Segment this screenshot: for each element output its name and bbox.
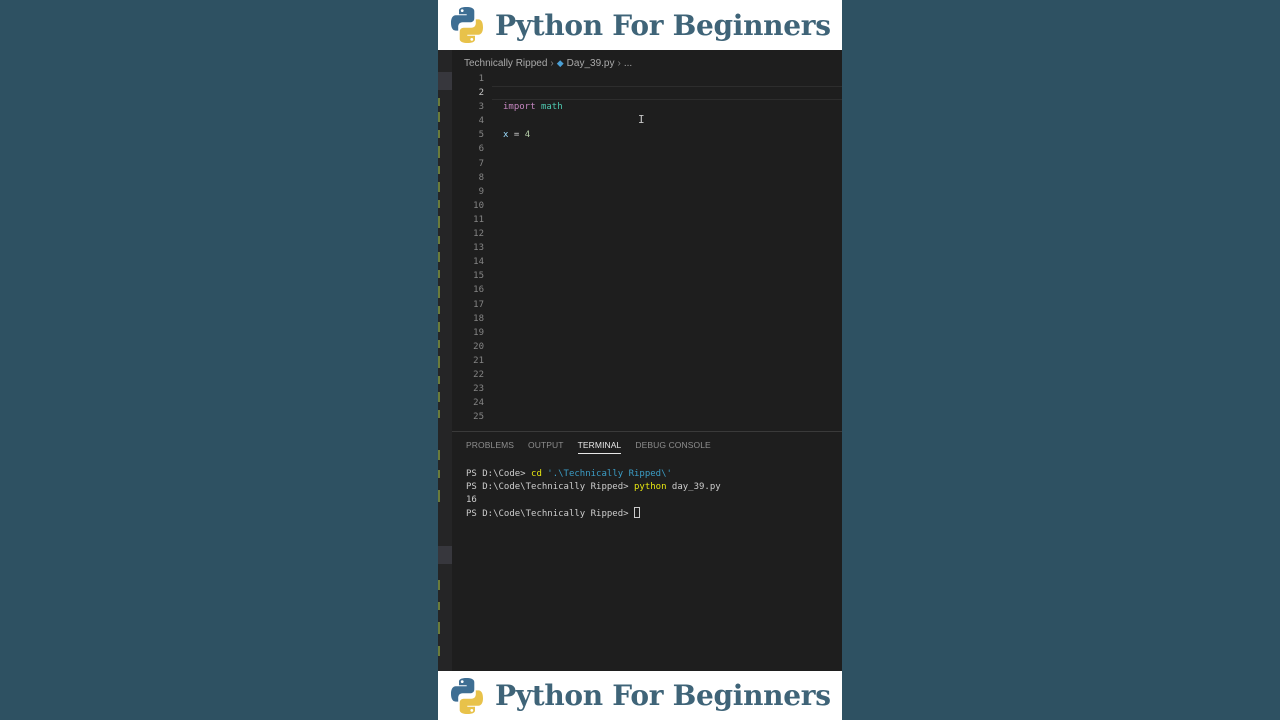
tab-terminal[interactable]: TERMINAL (577, 440, 622, 454)
line-number: 10 (473, 200, 484, 211)
line-numbers: 1 2 3 4 5 6 7 8 9 10 11 12 13 14 15 16 17 18 19 20 21 22 23 24 2… (452, 72, 484, 424)
code-editor[interactable]: Technically Ripped › ◆ Day_39.py ›... 123456… (452, 50, 842, 431)
terminal-argument: '.\Technically Ripped\' (541, 469, 672, 479)
terminal-prompt: PS D:\Code> (466, 469, 532, 479)
line-number: 7 (478, 158, 484, 169)
code-line-5: x = 4 (503, 128, 563, 142)
activity-gutter (438, 50, 452, 671)
breadcrumb-more[interactable]: ... (624, 58, 632, 69)
top-banner: Python For Beginners (438, 0, 842, 50)
line-number: 14 (473, 257, 484, 268)
code-line-3: import math (503, 100, 563, 114)
line-number: 16 (473, 285, 484, 296)
terminal-line-1: PS D:\Code> cd '.\Technically Ripped\' (466, 468, 721, 481)
line-number: 18 (473, 313, 484, 324)
assign-operator: = (508, 130, 525, 141)
bottom-panel: PROBLEMS OUTPUT TERMINAL DEBUG CONSOLE P… (452, 431, 842, 671)
keyword-import: import (503, 102, 536, 113)
line-number: 22 (473, 369, 484, 380)
bottom-banner: Python For Beginners (438, 671, 842, 720)
line-number: 20 (473, 341, 484, 352)
line-number: 11 (473, 214, 484, 225)
banner-title: Python For Beginners (495, 8, 831, 42)
terminal-output[interactable]: PS D:\Code> cd '.\Technically Ripped\' P… (466, 468, 721, 520)
line-number: 25 (473, 412, 484, 423)
breadcrumb-folder[interactable]: Technically Ripped (464, 58, 547, 69)
breadcrumb-file[interactable]: Day_39.py (567, 58, 615, 69)
terminal-line-3: 16 (466, 495, 477, 505)
banner-title: Python For Beginners (495, 679, 831, 712)
line-number: 15 (473, 271, 484, 282)
line-number: 1 (478, 74, 484, 84)
code-content[interactable]: import math x = 4 (503, 72, 563, 142)
line-number: 4 (478, 116, 484, 127)
tab-problems[interactable]: PROBLEMS (466, 440, 514, 454)
video-frame: Python For Beginners Technically Ripped … (438, 0, 842, 720)
chevron-right-icon: › (550, 58, 554, 69)
line-number: 13 (473, 243, 484, 254)
text-cursor-icon: I (638, 113, 645, 126)
line-number: 9 (478, 186, 484, 197)
tab-debug-console[interactable]: DEBUG CONSOLE (635, 440, 710, 454)
line-number: 17 (473, 299, 484, 310)
terminal-line-4: PS D:\Code\Technically Ripped> (466, 507, 721, 520)
chevron-right-icon: › (617, 58, 621, 69)
module-name: math (540, 102, 563, 113)
line-number: 5 (478, 130, 484, 141)
line-number: 23 (473, 384, 484, 395)
python-logo-icon (451, 677, 483, 714)
line-number: 3 (478, 102, 484, 113)
line-number: 19 (473, 327, 484, 338)
number-literal: 4 (524, 130, 531, 141)
terminal-cursor (633, 507, 640, 518)
breadcrumb: Technically Ripped › ◆ Day_39.py ›... (464, 58, 632, 69)
panel-tabs: PROBLEMS OUTPUT TERMINAL DEBUG CONSOLE (466, 440, 711, 454)
terminal-prompt: PS D:\Code\Technically Ripped> (466, 482, 634, 492)
terminal-command: cd (531, 469, 542, 479)
line-number: 6 (478, 144, 484, 155)
line-number: 24 (473, 398, 484, 409)
terminal-line-2: PS D:\Code\Technically Ripped> python da… (466, 481, 721, 494)
line-number: 21 (473, 355, 484, 366)
terminal-prompt: PS D:\Code\Technically Ripped> (466, 509, 634, 519)
python-file-icon: ◆ (556, 58, 564, 68)
python-logo-icon (451, 7, 483, 43)
line-number: 12 (473, 229, 484, 240)
terminal-argument: day_39.py (666, 482, 721, 492)
line-number: 2 (478, 88, 484, 99)
tab-output[interactable]: OUTPUT (528, 440, 564, 454)
terminal-command: python (633, 482, 667, 492)
line-number: 8 (478, 172, 484, 183)
